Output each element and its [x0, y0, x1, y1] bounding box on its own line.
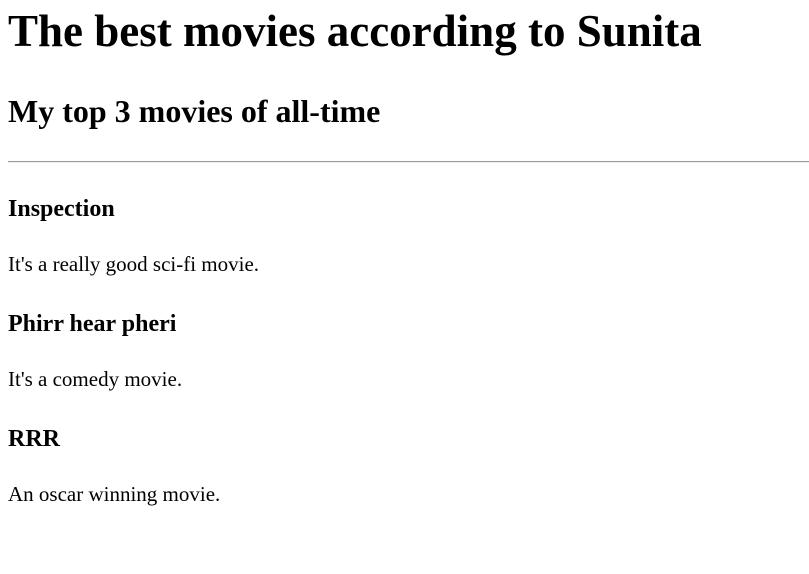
movie-title: Inspection [8, 196, 115, 222]
page-subtitle: My top 3 movies of all-time [8, 93, 381, 129]
movie-description: An oscar winning movie. [8, 482, 221, 506]
page: The best movies according to Sunita My t… [0, 0, 809, 574]
movie-description: It's a comedy movie. [8, 367, 183, 391]
movie-title: RRR [8, 426, 60, 452]
movie-title: Phirr hear pheri [8, 311, 177, 337]
horizontal-divider [8, 161, 809, 163]
page-title: The best movies according to Sunita [8, 6, 702, 56]
movie-description: It's a really good sci-fi movie. [8, 252, 260, 276]
